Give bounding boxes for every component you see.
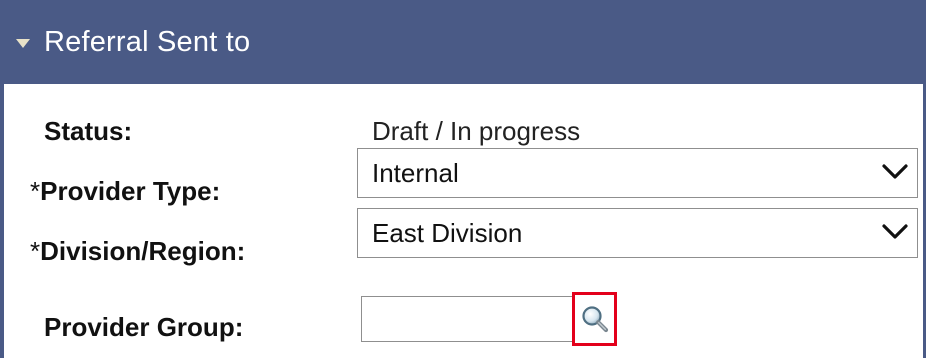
status-label: Status: <box>44 116 133 146</box>
chevron-down-icon <box>882 164 908 179</box>
division-region-label: *Division/Region: <box>30 236 246 266</box>
referral-panel: Referral Sent to Status: Draft / In prog… <box>0 0 926 358</box>
chevron-down-icon <box>882 224 908 239</box>
section-title: Referral Sent to <box>44 25 251 58</box>
division-region-selected-value: East Division <box>372 217 523 248</box>
provider-type-label: *Provider Type: <box>30 176 221 206</box>
provider-group-label: Provider Group: <box>44 312 244 342</box>
provider-group-lookup-button[interactable] <box>572 292 617 346</box>
provider-group-input[interactable] <box>361 296 573 342</box>
required-marker: * <box>30 236 41 266</box>
provider-type-selected-value: Internal <box>372 157 459 188</box>
required-marker: * <box>30 176 41 206</box>
status-value: Draft / In progress <box>372 116 581 146</box>
division-region-select[interactable]: East Division <box>357 208 918 258</box>
collapse-triangle-icon[interactable] <box>16 38 30 48</box>
magnifier-icon <box>581 306 608 333</box>
provider-type-select[interactable]: Internal <box>357 148 918 198</box>
section-header[interactable]: Referral Sent to <box>4 0 923 84</box>
